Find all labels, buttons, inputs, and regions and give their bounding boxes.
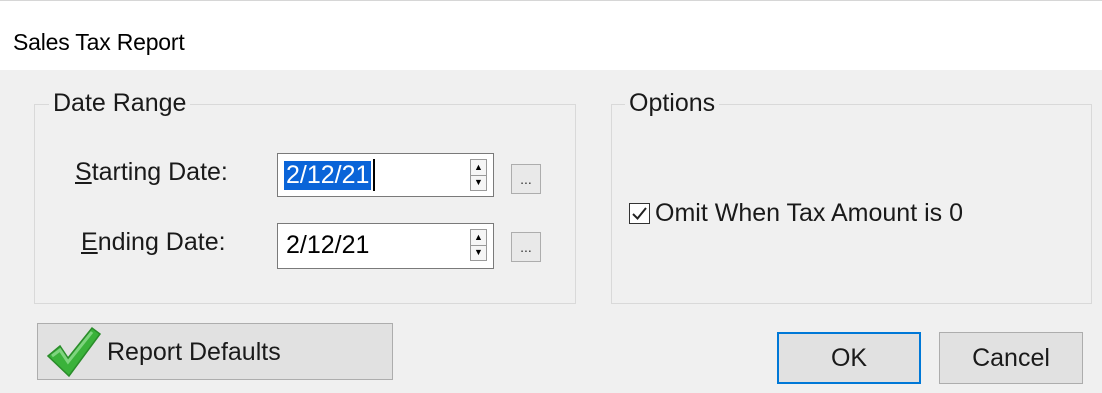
sales-tax-report-dialog: Sales Tax Report Date Range Starting Dat… [0, 0, 1102, 393]
starting-date-label: Starting Date: [75, 158, 228, 186]
ok-button[interactable]: OK [777, 332, 921, 384]
triangle-up-icon[interactable]: ▲ [471, 160, 486, 176]
window-title: Sales Tax Report [13, 29, 185, 55]
date-range-legend: Date Range [49, 89, 191, 118]
starting-date-picker-button[interactable]: ... [511, 164, 541, 194]
starting-date-input[interactable]: 2/12/21 ▲ ▼ [277, 153, 494, 197]
ending-date-input[interactable]: 2/12/21 ▲ ▼ [277, 223, 494, 269]
title-bar: Sales Tax Report [0, 0, 1102, 70]
green-checkmark-icon [46, 326, 102, 378]
report-defaults-button[interactable]: Report Defaults [37, 323, 393, 380]
checkmark-icon [632, 207, 647, 220]
cancel-button[interactable]: Cancel [939, 332, 1083, 384]
ending-date-value: 2/12/21 [286, 231, 370, 259]
omit-zero-label[interactable]: Omit When Tax Amount is 0 [655, 199, 963, 228]
starting-date-value: 2/12/21 [284, 161, 372, 190]
starting-date-spinner[interactable]: ▲ ▼ [470, 159, 487, 191]
ending-date-spinner[interactable]: ▲ ▼ [470, 229, 487, 261]
omit-zero-checkbox[interactable] [629, 203, 650, 224]
report-defaults-label: Report Defaults [107, 338, 281, 366]
ending-date-label: Ending Date: [81, 228, 226, 256]
triangle-up-icon[interactable]: ▲ [471, 230, 486, 246]
triangle-down-icon[interactable]: ▼ [471, 245, 486, 260]
options-legend: Options [625, 89, 720, 118]
ending-date-picker-button[interactable]: ... [511, 232, 541, 262]
text-caret [373, 159, 375, 191]
date-range-group: Date Range [34, 89, 576, 304]
triangle-down-icon[interactable]: ▼ [471, 175, 486, 190]
